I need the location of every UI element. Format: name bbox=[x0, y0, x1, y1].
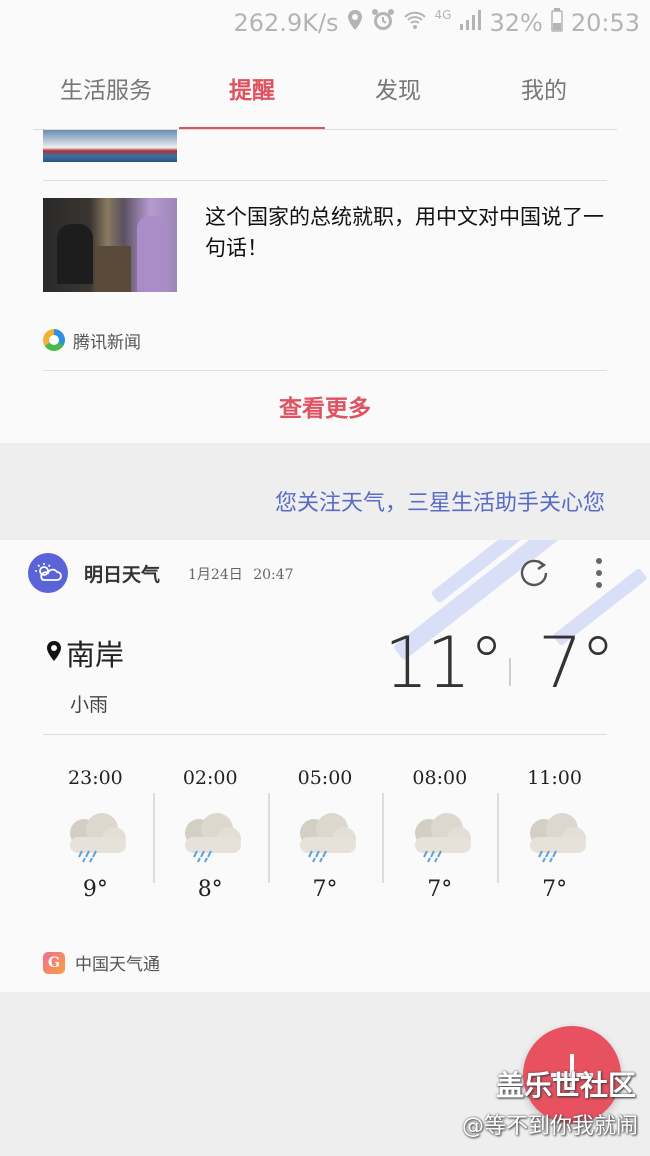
news-thumbnail[interactable] bbox=[43, 198, 177, 292]
tab-reminders[interactable]: 提醒 bbox=[179, 46, 325, 130]
wifi-icon bbox=[403, 9, 427, 37]
battery-percent: 32% bbox=[489, 9, 543, 37]
news-card: 这个国家的总统就职，用中文对中国说了一句话！ 腾讯新闻 查看更多 bbox=[0, 130, 650, 443]
watermark-site: 盖乐世社区 bbox=[495, 1069, 636, 1102]
hourly-temp: 7° bbox=[312, 877, 338, 902]
city-name: 南岸 bbox=[66, 638, 125, 672]
hourly-temp: 7° bbox=[542, 877, 568, 902]
signal-icon bbox=[459, 9, 482, 37]
more-dot bbox=[596, 558, 602, 564]
status-icons: 262.9K/s 4G 32% 20:53 bbox=[233, 6, 640, 40]
watermark-user: @等不到你我就闹 bbox=[461, 1114, 638, 1139]
hourly-item: 08:00 7° bbox=[382, 765, 497, 915]
weather-time: 20:47 bbox=[253, 567, 294, 583]
hourly-time: 11:00 bbox=[527, 767, 582, 789]
hourly-temp: 8° bbox=[197, 877, 223, 902]
battery-icon bbox=[551, 8, 563, 38]
tab-mine[interactable]: 我的 bbox=[471, 46, 617, 130]
rain-cloud-icon bbox=[299, 813, 356, 863]
weather-slogan: 您关注天气，三星生活助手关心您 bbox=[274, 491, 605, 516]
temperature-divider bbox=[509, 658, 511, 686]
hourly-temp: 9° bbox=[82, 877, 108, 902]
hourly-time: 05:00 bbox=[297, 767, 353, 789]
refresh-icon bbox=[520, 559, 548, 587]
hourly-item: 02:00 8° bbox=[152, 765, 268, 915]
more-options-button[interactable] bbox=[585, 554, 613, 592]
rain-cloud-icon bbox=[185, 813, 242, 863]
news-thumbnail-partial[interactable] bbox=[43, 130, 177, 162]
news-source-label: 腾讯新闻 bbox=[73, 332, 141, 353]
rain-cloud-icon bbox=[414, 813, 471, 863]
clock: 20:53 bbox=[570, 9, 640, 37]
weather-condition: 小雨 bbox=[70, 694, 109, 716]
hourly-time: 02:00 bbox=[182, 767, 238, 789]
hourly-time: 08:00 bbox=[412, 767, 468, 789]
hourly-forecast: 23:00 9° 02:00 8° 05:00 7° 08:00 7° 11:0… bbox=[38, 765, 612, 915]
hourly-temp: 7° bbox=[427, 877, 453, 902]
tab-discover[interactable]: 发现 bbox=[325, 46, 471, 130]
weather-date: 1月24日 bbox=[188, 567, 243, 583]
see-more-button[interactable]: 查看更多 bbox=[0, 370, 650, 442]
weather-source-label: 中国天气通 bbox=[75, 955, 160, 975]
hourly-item: 23:00 9° bbox=[38, 765, 153, 915]
rain-cloud-icon bbox=[70, 813, 127, 863]
temperature-high: 11° bbox=[384, 622, 504, 704]
network-type: 4G bbox=[434, 8, 452, 22]
status-bar: 262.9K/s 4G 32% 20:53 bbox=[0, 0, 650, 46]
alarm-icon bbox=[371, 8, 395, 38]
rain-cloud-icon bbox=[529, 813, 586, 863]
news-title[interactable]: 这个国家的总统就职，用中文对中国说了一句话！ bbox=[205, 202, 605, 264]
temperature-low: 7° bbox=[538, 622, 616, 704]
hourly-item: 11:00 7° bbox=[497, 765, 612, 915]
hourly-item: 05:00 7° bbox=[267, 765, 383, 915]
weather-source[interactable]: G 中国天气通 bbox=[43, 950, 160, 975]
tab-bar: 生活服务 提醒 发现 我的 bbox=[0, 46, 650, 130]
location-pin-icon bbox=[45, 640, 63, 662]
weather-card-title: 明日天气 bbox=[84, 564, 161, 586]
hourly-time: 23:00 bbox=[68, 767, 123, 789]
news-source: 腾讯新闻 bbox=[43, 328, 141, 353]
refresh-button[interactable] bbox=[516, 555, 552, 591]
weather-app-icon bbox=[28, 553, 68, 593]
weather-card[interactable]: 明日天气 1月24日 20:47 南岸 小雨 11° 7° 23:00 9° 0… bbox=[0, 540, 650, 992]
divider bbox=[43, 734, 607, 735]
more-dot bbox=[596, 570, 602, 576]
more-dot bbox=[596, 582, 602, 588]
net-speed: 262.9K/s bbox=[233, 9, 339, 37]
location-icon bbox=[347, 9, 363, 37]
tencent-news-logo-icon bbox=[43, 329, 65, 351]
divider bbox=[43, 180, 607, 181]
tab-life-services[interactable]: 生活服务 bbox=[33, 46, 179, 130]
weather-source-logo-icon: G bbox=[43, 951, 65, 974]
weather-datetime: 1月24日 20:47 bbox=[188, 564, 294, 584]
